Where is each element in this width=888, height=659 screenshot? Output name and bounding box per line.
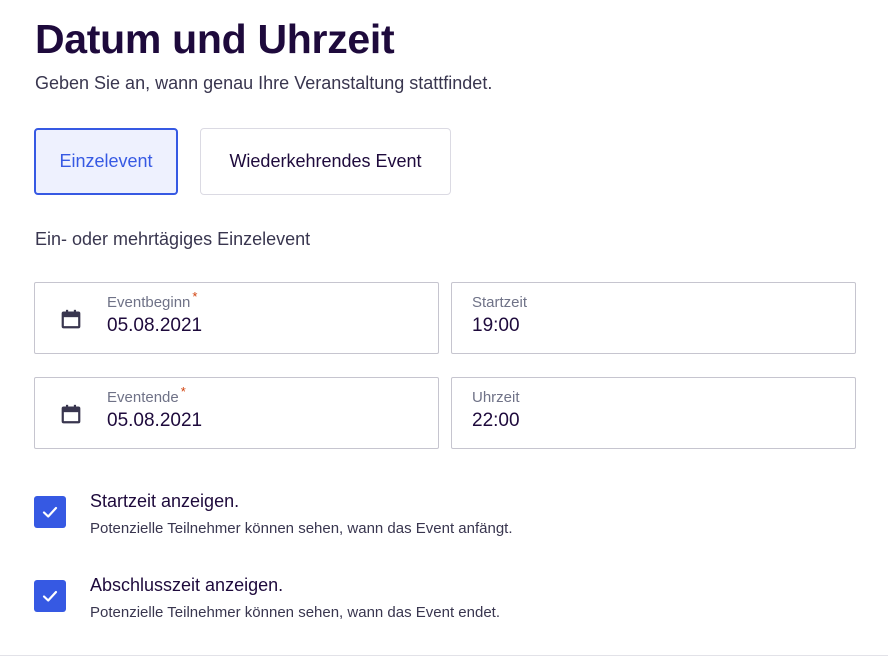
checkmark-icon (42, 506, 58, 518)
show-start-time-description: Potenzielle Teilnehmer können sehen, wan… (90, 520, 513, 537)
start-time-label: Startzeit (472, 294, 528, 311)
end-time-label: Uhrzeit (472, 389, 520, 406)
page-subtitle: Geben Sie an, wann genau Ihre Veranstalt… (35, 73, 493, 93)
calendar-icon (61, 309, 81, 329)
show-end-time-checkbox[interactable] (34, 580, 66, 612)
start-time-value: 19:00 (472, 315, 520, 336)
checkmark-icon (42, 590, 58, 602)
single-event-button[interactable]: Einzelevent (34, 128, 178, 195)
show-start-time-checkbox[interactable] (34, 496, 66, 528)
end-time-field[interactable]: Uhrzeit 22:00 (451, 377, 856, 449)
show-end-time-description: Potenzielle Teilnehmer können sehen, wan… (90, 604, 501, 621)
section-label: Ein- oder mehrtägiges Einzelevent (35, 229, 311, 249)
calendar-icon (61, 404, 81, 424)
show-end-time-title: Abschlusszeit anzeigen. (90, 575, 284, 595)
start-date-label: Eventbeginn * (107, 289, 198, 311)
show-start-time-title: Startzeit anzeigen. (90, 491, 240, 511)
required-mark: * (192, 289, 198, 304)
divider (0, 655, 888, 656)
start-time-field[interactable]: Startzeit 19:00 (451, 282, 856, 354)
end-date-value: 05.08.2021 (107, 410, 203, 431)
start-date-value: 05.08.2021 (107, 315, 203, 336)
start-date-field[interactable]: Eventbeginn * 05.08.2021 (34, 282, 439, 354)
end-date-field[interactable]: Eventende * 05.08.2021 (34, 377, 439, 449)
required-mark: * (180, 384, 186, 399)
recurring-event-button[interactable]: Wiederkehrendes Event (200, 128, 451, 195)
end-date-label: Eventende * (107, 384, 186, 406)
page-title: Datum und Uhrzeit (35, 16, 395, 62)
end-time-value: 22:00 (472, 410, 520, 431)
